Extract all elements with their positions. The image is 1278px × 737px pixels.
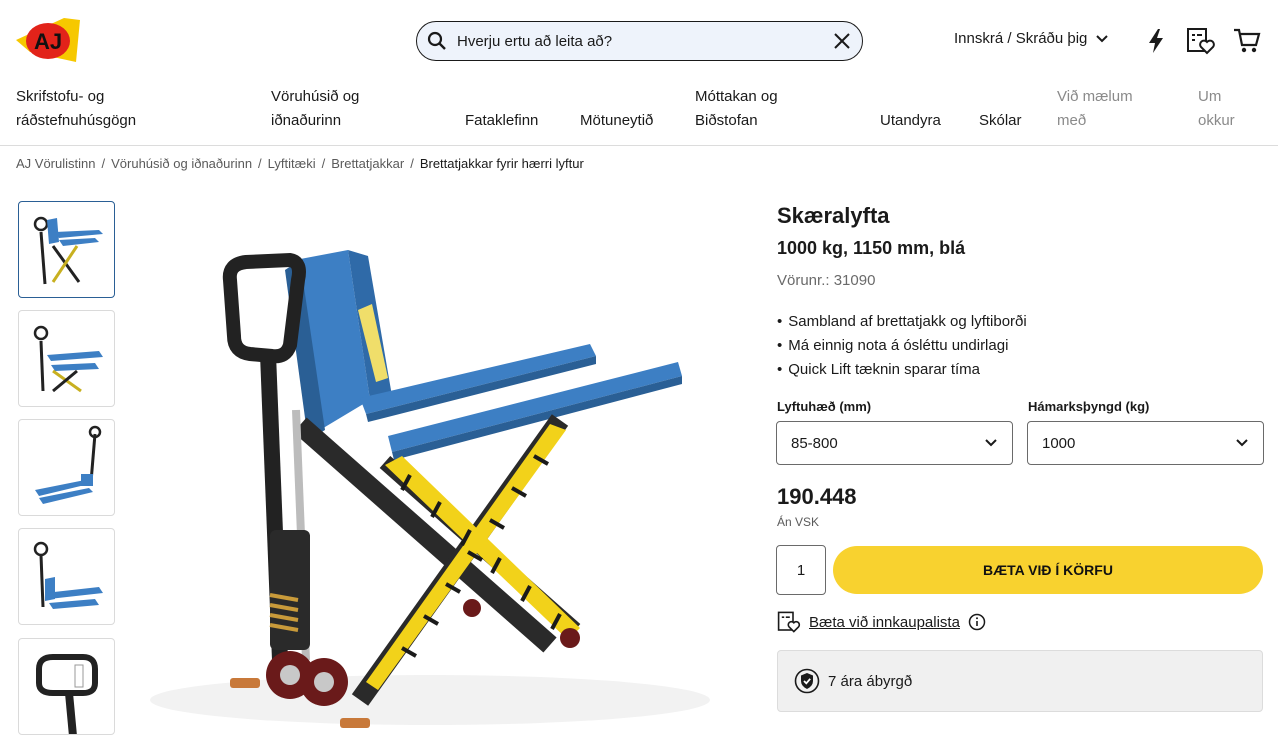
max-weight-select[interactable]: 1000 <box>1027 421 1264 465</box>
nav-item-about[interactable]: Um okkur <box>1198 85 1235 133</box>
chevron-down-icon <box>1236 439 1248 447</box>
login-label: Innskrá / Skráðu þig <box>954 30 1088 47</box>
nav-item-reception[interactable]: Móttakan og Biðstofan <box>695 85 778 133</box>
product-thumbnail[interactable] <box>18 201 115 298</box>
breadcrumb-current: Brettatjakkar fyrir hærri lyftur <box>419 156 584 171</box>
quick-order-icon[interactable] <box>1141 26 1171 56</box>
breadcrumb-link[interactable]: Brettatjakkar <box>331 156 404 171</box>
product-thumbnail[interactable] <box>18 528 115 625</box>
nav-item-office[interactable]: Skrifstofu- og ráðstefnuhúsgögn <box>16 85 136 133</box>
chevron-down-icon <box>1096 34 1109 42</box>
nav-item-cloakroom[interactable]: Fataklefinn <box>465 109 538 133</box>
login-link[interactable]: Innskrá / Skráðu þig <box>954 30 1109 47</box>
breadcrumb-separator: / <box>101 156 106 171</box>
nav-item-recommended[interactable]: Við mælum með <box>1057 85 1133 133</box>
max-weight-label: Hámarksþyngd (kg) <box>1028 399 1150 414</box>
aj-logo[interactable]: AJ <box>16 18 80 64</box>
warranty-label: 7 ára ábyrgð <box>828 672 913 690</box>
wishlist-icon <box>777 611 801 633</box>
cart-icon[interactable] <box>1232 26 1262 56</box>
product-price: 190.448 <box>777 484 857 509</box>
nav-item-outdoor[interactable]: Utandyra <box>880 109 941 133</box>
product-subtitle: 1000 kg, 1150 mm, blá <box>777 238 966 258</box>
product-thumbnail[interactable] <box>18 310 115 407</box>
lift-height-label: Lyftuhæð (mm) <box>777 399 872 414</box>
svg-text:AJ: AJ <box>34 29 62 54</box>
warranty-box: 7 ára ábyrgð <box>777 650 1263 712</box>
breadcrumb-link[interactable]: Vöruhúsið og iðnaðurinn <box>111 156 252 171</box>
product-sku: Vörunr.: 31090 <box>777 272 876 289</box>
vat-note: Án VSK <box>777 515 820 529</box>
shield-check-icon <box>794 668 820 694</box>
site-header: AJ Hverju ertu að leita að? Innskrá / Sk… <box>0 0 1278 82</box>
max-weight-value: 1000 <box>1042 434 1076 452</box>
chevron-down-icon <box>985 439 997 447</box>
feature-item: Sambland af brettatjakk og lyftiborði <box>777 310 1026 334</box>
clear-search-icon[interactable] <box>822 21 862 61</box>
wishlist-icon[interactable] <box>1186 26 1216 56</box>
lift-height-select[interactable]: 85-800 <box>776 421 1013 465</box>
breadcrumb-separator: / <box>321 156 326 171</box>
main-nav: Skrifstofu- og ráðstefnuhúsgögn Vöruhúsið… <box>0 82 1278 146</box>
feature-list: Sambland af brettatjakk og lyftiborði Má… <box>777 310 1027 382</box>
feature-item: Má einnig nota á ósléttu undirlagi <box>777 334 1027 358</box>
add-to-list-link[interactable]: Bæta við innkaupalista <box>777 610 986 634</box>
breadcrumb-separator: / <box>258 156 262 171</box>
add-to-list-label: Bæta við innkaupalista <box>809 613 960 631</box>
info-icon[interactable] <box>968 613 986 631</box>
product-title: Skæralyfta <box>777 203 890 228</box>
breadcrumb-separator: / <box>410 156 414 171</box>
quantity-input[interactable]: 1 <box>776 545 826 595</box>
nav-item-canteen[interactable]: Mötuneytið <box>580 109 653 133</box>
feature-item: Quick Lift tæknin sparar tíma <box>777 358 1027 382</box>
product-main-image[interactable] <box>130 200 730 737</box>
add-to-cart-button[interactable]: BÆTA VIÐ Í KÖRFU <box>833 546 1263 594</box>
nav-item-warehouse[interactable]: Vöruhúsið og iðnaðurinn <box>271 85 359 133</box>
nav-item-schools[interactable]: Skólar <box>979 109 1022 133</box>
product-thumbnail[interactable] <box>18 419 115 516</box>
breadcrumb: AJ Vörulistinn / Vöruhúsið og iðnaðurinn… <box>16 156 584 171</box>
product-thumbnail[interactable] <box>18 638 115 735</box>
search-input[interactable]: Hverju ertu að leita að? <box>457 33 822 50</box>
search-icon[interactable] <box>417 21 457 61</box>
breadcrumb-link[interactable]: Lyftitæki <box>268 156 316 171</box>
lift-height-value: 85-800 <box>791 434 838 452</box>
breadcrumb-link[interactable]: AJ Vörulistinn <box>16 156 95 171</box>
search-bar[interactable]: Hverju ertu að leita að? <box>416 21 863 61</box>
